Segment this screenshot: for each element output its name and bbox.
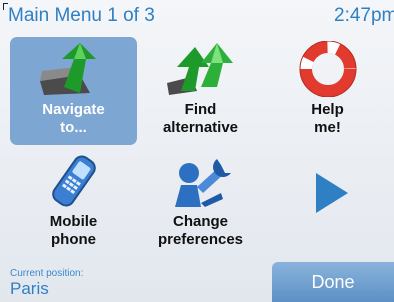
navigate-arrow-icon bbox=[10, 41, 137, 97]
mobile-phone-button[interactable]: Mobile phone bbox=[10, 149, 137, 257]
mobile-phone-icon bbox=[10, 153, 137, 209]
clock: 2:47pm bbox=[334, 5, 394, 26]
find-alternative-button[interactable]: Find alternative bbox=[137, 37, 264, 145]
page-title: Main Menu 1 of 3 bbox=[8, 5, 155, 26]
next-page-arrow-icon bbox=[264, 169, 391, 225]
header-bar: Main Menu 1 of 3 2:47pm bbox=[0, 0, 394, 32]
navigate-to-label: Navigate to... bbox=[42, 101, 105, 136]
menu-grid: Navigate to... Find alternative Help me!… bbox=[10, 37, 394, 259]
find-alternative-icon bbox=[137, 41, 264, 97]
find-alternative-label: Find alternative bbox=[162, 101, 239, 136]
change-preferences-label: Change preferences bbox=[157, 213, 244, 248]
help-me-label: Help me! bbox=[311, 101, 344, 136]
wrench-person-icon bbox=[137, 153, 264, 209]
mobile-phone-label: Mobile phone bbox=[49, 213, 98, 248]
footer-bar: Current position: Paris Done bbox=[0, 262, 394, 302]
help-me-button[interactable]: Help me! bbox=[264, 37, 391, 145]
current-position-label: Current position: bbox=[10, 268, 84, 279]
navigate-to-button[interactable]: Navigate to... bbox=[10, 37, 137, 145]
done-button[interactable]: Done bbox=[272, 262, 394, 302]
current-position-value: Paris bbox=[10, 279, 49, 298]
change-preferences-button[interactable]: Change preferences bbox=[137, 149, 264, 257]
lifebuoy-icon bbox=[264, 41, 391, 97]
next-page-button[interactable] bbox=[264, 149, 391, 257]
